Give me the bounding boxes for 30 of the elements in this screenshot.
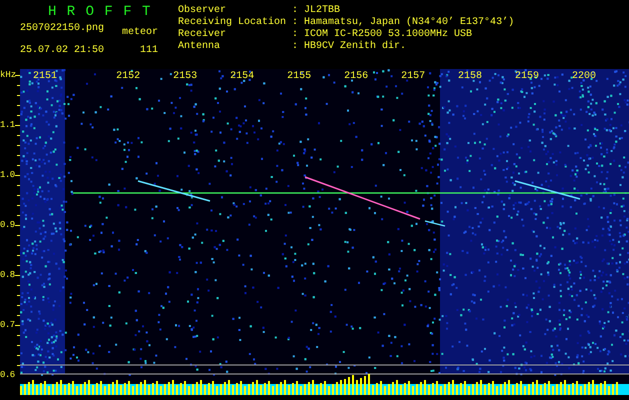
axis-label: 1.0 (0, 169, 15, 182)
axis-label: 0.9 (0, 219, 15, 232)
axis-label: 2158 (458, 71, 484, 83)
app-title: H R O F F T (47, 4, 152, 20)
axis-label: 2200 (572, 71, 598, 83)
info-value: : Hamamatsu, Japan (N34°40’ E137°43’) (292, 17, 514, 29)
info-label: Receiver (178, 29, 228, 41)
axis-label: 0.7 (0, 319, 15, 332)
axis-label: 2154 (230, 71, 256, 83)
axis-label: 2151 (33, 71, 58, 83)
unit-label: kHz (0, 69, 18, 82)
axis-label: 2159 (515, 71, 540, 83)
timestamp: 25.07.02 21:50 (20, 44, 104, 58)
info-label: Antenna (178, 41, 222, 53)
axis-label: 0.8 (0, 269, 15, 282)
file-name: 2507022150.png (20, 22, 104, 36)
axis-label: 2153 (173, 71, 198, 83)
mode-label: meteor (120, 26, 158, 40)
axis-label: 2152 (116, 71, 142, 83)
axis-label: 2156 (344, 71, 370, 83)
info-label: Receiving Location (178, 17, 288, 28)
axis-label: 2157 (401, 71, 426, 83)
info-value: : ICOM IC-R2500 53.1000MHz USB (292, 29, 474, 40)
axis-label: 2155 (287, 71, 312, 83)
axis-label: 1.1 (0, 119, 15, 132)
axis-label: 0.6 (0, 369, 15, 382)
info-value: : HB9CV Zenith dir. (292, 41, 408, 53)
info-label: Observer (178, 5, 228, 16)
info-value: : JL2TBB (292, 5, 342, 17)
meteor-count: 111 (138, 44, 158, 58)
